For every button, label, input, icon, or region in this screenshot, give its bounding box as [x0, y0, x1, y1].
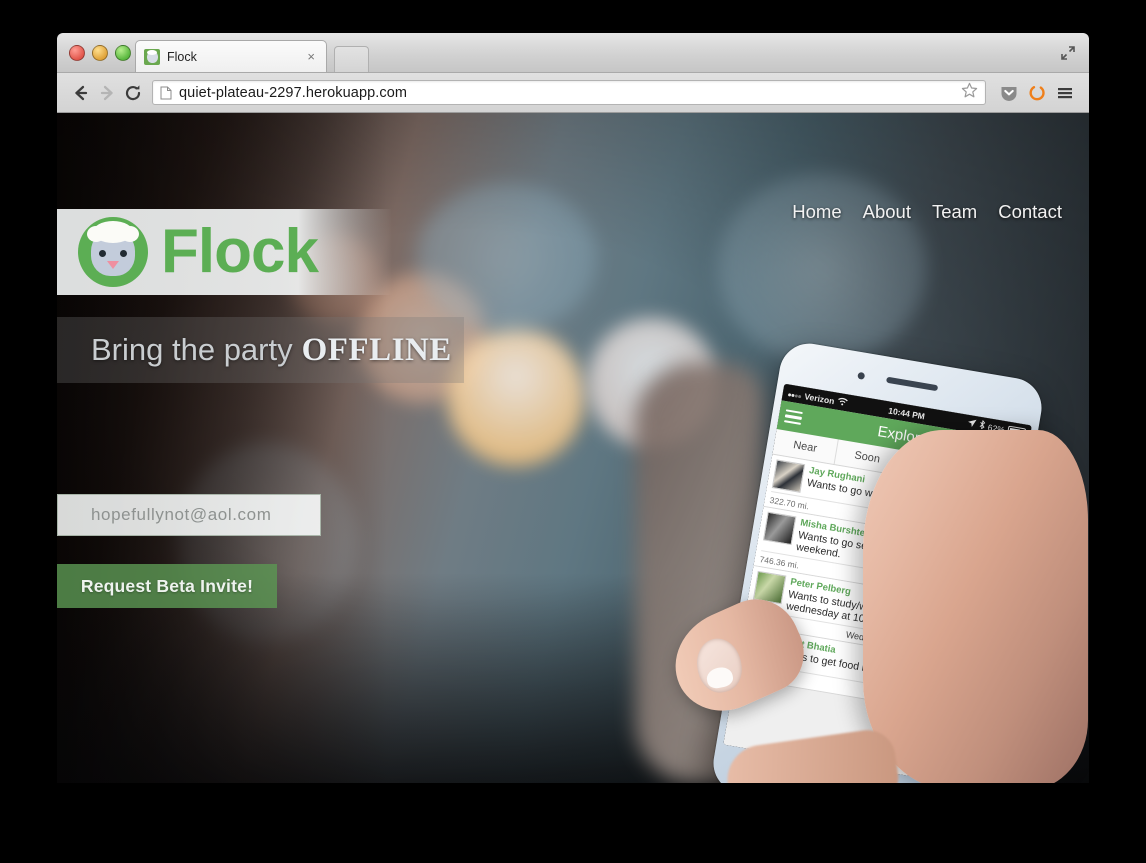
nav-item-about[interactable]: About — [863, 201, 911, 223]
nav-item-contact[interactable]: Contact — [998, 201, 1062, 223]
browser-toolbar: quiet-plateau-2297.herokuapp.com — [57, 73, 1089, 113]
close-window-button[interactable] — [69, 45, 85, 61]
tab-title: Flock — [167, 49, 197, 64]
url-text: quiet-plateau-2297.herokuapp.com — [179, 84, 408, 101]
email-field[interactable]: hopefullynot@aol.com — [57, 494, 321, 536]
email-placeholder: hopefullynot@aol.com — [91, 505, 272, 524]
tagline-plain: Bring the party — [91, 332, 293, 367]
address-bar[interactable]: quiet-plateau-2297.herokuapp.com — [152, 80, 986, 105]
bookmark-star-icon[interactable] — [961, 82, 978, 104]
hamburger-menu-icon[interactable] — [783, 408, 803, 426]
site-nav: Home About Team Contact — [792, 201, 1062, 223]
location-arrow-icon — [966, 418, 977, 430]
hamburger-menu-icon[interactable] — [1052, 80, 1078, 106]
tagline-emphasis: OFFLINE — [301, 331, 452, 368]
avatar — [771, 459, 806, 493]
thumbnail-nail — [692, 634, 747, 697]
flock-sheep-logo-icon — [78, 217, 148, 287]
signal-bars-icon — [787, 388, 802, 400]
phone-in-hand-illustration: Verizon 10:44 PM 62% Explore Near Soon J… — [617, 308, 1088, 783]
front-camera-icon — [857, 371, 866, 380]
minimize-window-button[interactable] — [92, 45, 108, 61]
page-icon — [160, 86, 172, 100]
pocket-icon[interactable] — [996, 80, 1022, 106]
request-beta-invite-button[interactable]: Request Beta Invite! — [57, 564, 277, 608]
screenshot-root: Flock × quiet-plateau-2297.herokuapp.com… — [0, 0, 1146, 863]
browser-tab[interactable]: Flock × — [135, 40, 327, 72]
back-arrow-icon[interactable] — [68, 80, 94, 106]
browser-window: Flock × quiet-plateau-2297.herokuapp.com… — [57, 33, 1089, 783]
window-controls — [69, 45, 131, 61]
browser-titlebar: Flock × — [57, 33, 1089, 73]
reload-icon[interactable] — [120, 80, 146, 106]
nav-item-home[interactable]: Home — [792, 201, 841, 223]
logo-wordmark: Flock — [161, 217, 319, 286]
zoom-window-button[interactable] — [115, 45, 131, 61]
new-tab-button[interactable] — [334, 46, 369, 72]
avatar — [762, 511, 797, 546]
forward-arrow-icon — [94, 80, 120, 106]
sync-icon[interactable] — [1024, 80, 1050, 106]
nav-item-team[interactable]: Team — [932, 201, 977, 223]
page-viewport: Home About Team Contact Flock Bring the … — [57, 113, 1089, 783]
hand-palm — [863, 430, 1088, 783]
close-icon[interactable]: × — [304, 49, 318, 64]
flock-sheep-favicon — [144, 48, 160, 65]
hero-tagline: Bring the party OFFLINE — [57, 317, 464, 383]
wifi-icon — [837, 396, 850, 408]
earpiece-icon — [885, 376, 938, 392]
fullscreen-icon[interactable] — [1060, 45, 1076, 61]
carrier-label: Verizon — [803, 390, 836, 406]
site-logo[interactable]: Flock — [57, 209, 392, 295]
